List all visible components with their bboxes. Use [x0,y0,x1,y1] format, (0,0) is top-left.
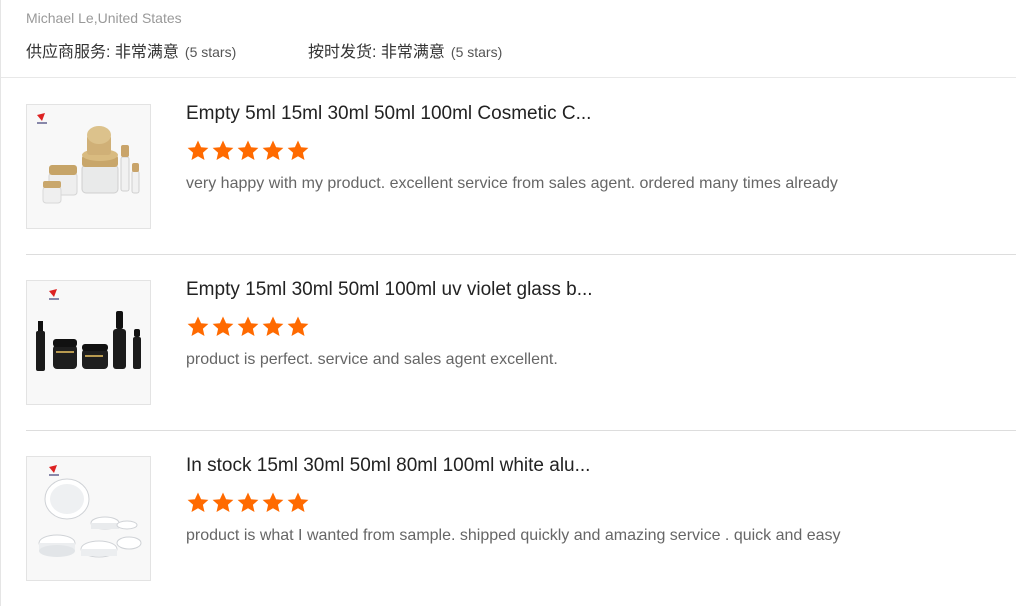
review-text: very happy with my product. excellent se… [186,175,838,192]
star-icon [187,140,209,160]
product-title-link[interactable]: Empty 15ml 30ml 50ml 100ml uv violet gla… [186,279,626,301]
product-star-rating [186,315,311,339]
star-icon [187,316,209,336]
product-review-item: Empty 5ml 15ml 30ml 50ml 100ml Cosmetic … [26,79,1016,255]
star-icon [237,316,259,336]
product-title-link[interactable]: In stock 15ml 30ml 50ml 80ml 100ml white… [186,455,626,477]
product-star-rating [186,491,311,515]
black-glass-bottles-image[interactable] [26,280,151,405]
star-icon [287,316,309,336]
product-review-item: Empty 15ml 30ml 50ml 100ml uv violet gla… [26,255,1016,431]
supplier-service-stars-note: (5 stars) [184,44,237,60]
star-icon [212,492,234,512]
review-panel: Michael Le,United States 供应商服务: 非常满意 (5 s… [0,0,1016,606]
reviewer-name-location: Michael Le,United States [26,10,182,26]
star-icon [262,140,284,160]
product-title-link[interactable]: Empty 5ml 15ml 30ml 50ml 100ml Cosmetic … [186,103,626,125]
star-icon [187,492,209,512]
star-icon [287,140,309,160]
delivery-rating: 按时发货: 非常满意 (5 stars) [308,38,502,62]
bamboo-lid-glass-jars-image[interactable] [26,104,151,229]
product-review-item: In stock 15ml 30ml 50ml 80ml 100ml white… [26,431,1016,606]
product-star-rating [186,139,311,163]
star-icon [287,492,309,512]
delivery-label: 按时发货: 非常满意 [308,44,445,61]
white-aluminum-tins-image[interactable] [26,456,151,581]
review-header: Michael Le,United States 供应商服务: 非常满意 (5 s… [1,0,1016,78]
star-icon [262,316,284,336]
star-icon [212,140,234,160]
delivery-stars-note: (5 stars) [450,44,503,60]
supplier-service-label: 供应商服务: 非常满意 [26,44,179,61]
star-icon [212,316,234,336]
review-text: product is perfect. service and sales ag… [186,351,558,368]
star-icon [237,140,259,160]
review-text: product is what I wanted from sample. sh… [186,527,841,544]
supplier-service-rating: 供应商服务: 非常满意 (5 stars) [26,38,236,62]
star-icon [262,492,284,512]
star-icon [237,492,259,512]
